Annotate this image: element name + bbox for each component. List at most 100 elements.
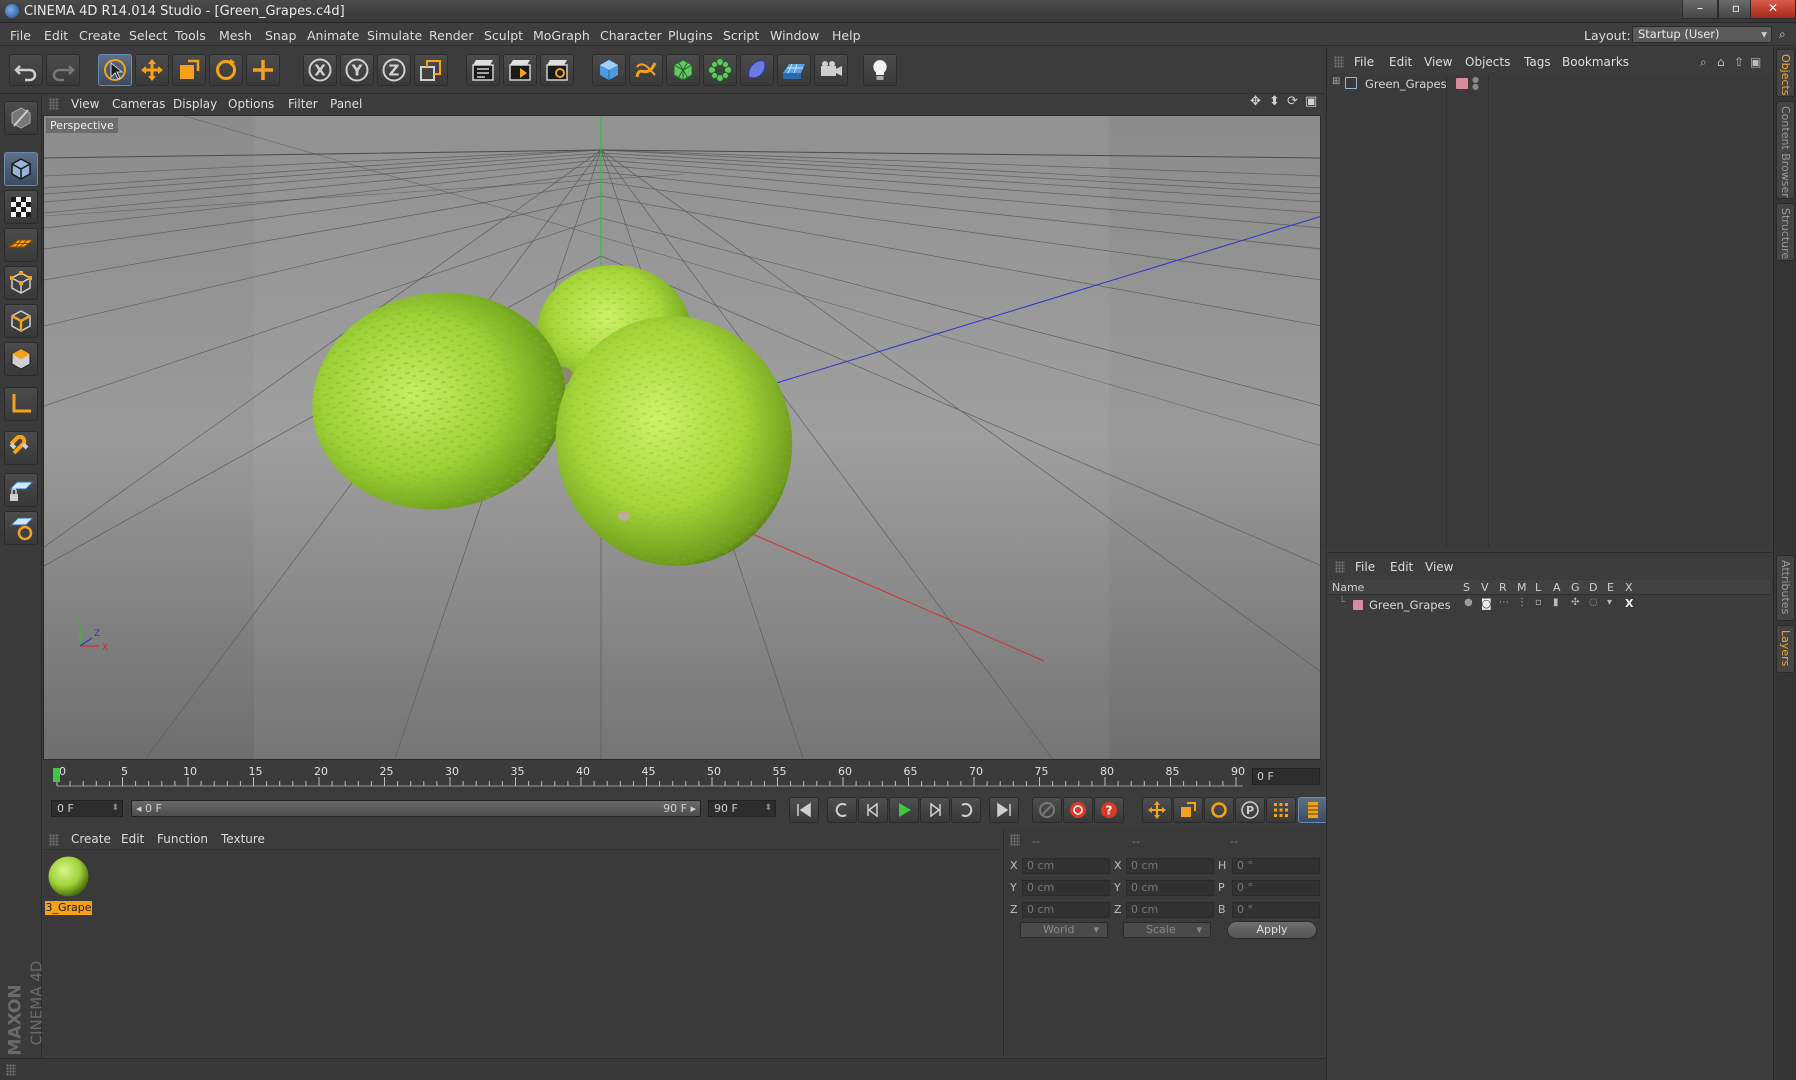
polygons-mode-icon[interactable]: [4, 342, 38, 376]
layer-panel-grip-icon[interactable]: [1335, 561, 1345, 573]
material-menu-edit[interactable]: Edit: [121, 832, 144, 846]
apply-button[interactable]: Apply: [1227, 921, 1317, 939]
rotation-b-field[interactable]: 0 °: [1232, 902, 1320, 918]
key-scale-icon[interactable]: [1173, 797, 1203, 823]
key-rotation-icon[interactable]: [1204, 797, 1234, 823]
add-object-icon[interactable]: [246, 54, 280, 86]
menu-mesh[interactable]: Mesh: [219, 28, 252, 43]
layer-col-visible[interactable]: V: [1481, 581, 1489, 594]
layer-color-icon[interactable]: [1353, 600, 1363, 610]
layer-solo-icon[interactable]: ●: [1464, 597, 1473, 608]
object-menu-objects[interactable]: Objects: [1465, 55, 1510, 69]
floor-icon[interactable]: [777, 54, 811, 86]
layer-expressions-icon[interactable]: ▾: [1607, 597, 1612, 608]
menu-render[interactable]: Render: [429, 28, 474, 43]
layer-lock-icon[interactable]: ▫: [1535, 597, 1542, 608]
menu-help[interactable]: Help: [832, 28, 861, 43]
viewport-move-icon[interactable]: ✥: [1250, 94, 1261, 109]
layer-col-xref[interactable]: X: [1625, 581, 1633, 594]
layer-menu-file[interactable]: File: [1355, 560, 1375, 574]
z-axis-icon[interactable]: Z: [377, 54, 411, 86]
object-menu-bookmarks[interactable]: Bookmarks: [1562, 55, 1629, 69]
go-to-start-icon[interactable]: [789, 797, 819, 823]
menu-mograph[interactable]: MoGraph: [533, 28, 590, 43]
object-new-window-icon[interactable]: ▣: [1750, 55, 1761, 69]
object-up-icon[interactable]: ⇧: [1734, 55, 1744, 69]
menu-plugins[interactable]: Plugins: [668, 28, 713, 43]
preview-range-slider[interactable]: ◂ 0 F 90 F ▸: [131, 800, 701, 817]
menu-edit[interactable]: Edit: [44, 28, 68, 43]
menu-snap[interactable]: Snap: [265, 28, 296, 43]
viewport-menu-display[interactable]: Display: [173, 97, 217, 111]
viewport-menu-options[interactable]: Options: [228, 97, 274, 111]
move-icon[interactable]: [135, 54, 169, 86]
coordinate-system-dropdown[interactable]: World: [1020, 922, 1108, 938]
menu-character[interactable]: Character: [600, 28, 662, 43]
side-tab-layers[interactable]: Layers: [1776, 625, 1795, 673]
rotation-h-field[interactable]: 0 °: [1232, 858, 1320, 874]
redo-icon[interactable]: [46, 54, 80, 86]
viewport-menu-cameras[interactable]: Cameras: [112, 97, 165, 111]
deformer-icon[interactable]: [740, 54, 774, 86]
subdivision-icon[interactable]: [666, 54, 700, 86]
axis-mode-icon[interactable]: [4, 387, 38, 421]
layer-xref-icon[interactable]: X: [1625, 597, 1633, 610]
layer-col-render[interactable]: R: [1499, 581, 1507, 594]
start-frame-field[interactable]: 0 F: [51, 800, 123, 817]
edges-mode-icon[interactable]: [4, 304, 38, 338]
layer-manager-icon[interactable]: ⋮: [1517, 597, 1527, 608]
model-mode-icon[interactable]: [4, 152, 38, 186]
step-back-icon[interactable]: [858, 797, 888, 823]
light-icon[interactable]: [863, 54, 897, 86]
viewport-menu-filter[interactable]: Filter: [288, 97, 318, 111]
layer-col-deformers[interactable]: D: [1589, 581, 1597, 594]
layer-col-animation[interactable]: A: [1553, 581, 1561, 594]
animation-icon[interactable]: [4, 511, 38, 545]
material-name-label[interactable]: 3_Grape: [45, 901, 92, 915]
layer-menu-edit[interactable]: Edit: [1390, 560, 1413, 574]
texture-mode-icon[interactable]: [4, 190, 38, 224]
layer-col-locked[interactable]: L: [1535, 581, 1541, 594]
side-tab-objects[interactable]: Objects: [1776, 49, 1795, 97]
layer-col-expressions[interactable]: E: [1607, 581, 1614, 594]
step-forward-icon[interactable]: [920, 797, 950, 823]
layer-name[interactable]: Green_Grapes: [1369, 598, 1451, 612]
layer-menu-view[interactable]: View: [1425, 560, 1453, 574]
size-x-field[interactable]: 0 cm: [1126, 858, 1214, 874]
position-x-field[interactable]: 0 cm: [1022, 858, 1110, 874]
viewport-menu-view[interactable]: View: [71, 97, 99, 111]
scale-icon[interactable]: [172, 54, 206, 86]
key-parameter-icon[interactable]: P: [1235, 797, 1265, 823]
coordinate-system-icon[interactable]: [414, 54, 448, 86]
maximize-button[interactable]: ▫: [1718, 0, 1754, 19]
size-z-field[interactable]: 0 cm: [1126, 902, 1214, 918]
layer-row[interactable]: └ Green_Grapes ● ◙ ⋯ ⋮ ▫ ▮ ✣ ◌ ▾ X: [1329, 597, 1770, 614]
viewport-menu-panel[interactable]: Panel: [330, 97, 362, 111]
previous-keyframe-icon[interactable]: [827, 797, 857, 823]
spline-pen-icon[interactable]: [629, 54, 663, 86]
menu-tools[interactable]: Tools: [175, 28, 206, 43]
material-menu-create[interactable]: Create: [71, 832, 111, 846]
object-menu-edit[interactable]: Edit: [1389, 55, 1412, 69]
edit-render-settings-icon[interactable]: [540, 54, 574, 86]
size-mode-dropdown[interactable]: Scale: [1123, 922, 1211, 938]
material-menu-function[interactable]: Function: [157, 832, 208, 846]
menu-animate[interactable]: Animate: [307, 28, 359, 43]
position-y-field[interactable]: 0 cm: [1022, 880, 1110, 896]
end-frame-field[interactable]: 90 F: [708, 800, 776, 817]
object-menu-tags[interactable]: Tags: [1524, 55, 1551, 69]
key-pla-icon[interactable]: [1266, 797, 1296, 823]
layer-deformers-icon[interactable]: ◌: [1589, 597, 1598, 608]
viewport-rotate-icon[interactable]: ⟳: [1287, 94, 1298, 109]
menu-window[interactable]: Window: [770, 28, 819, 43]
object-row[interactable]: ⊞ Green_Grapes ● ●: [1331, 76, 1771, 93]
y-axis-icon[interactable]: Y: [340, 54, 374, 86]
layer-render-icon[interactable]: ⋯: [1499, 597, 1509, 608]
cube-icon[interactable]: [592, 54, 626, 86]
viewport-zoom-icon[interactable]: ⬍: [1269, 94, 1280, 109]
make-editable-icon[interactable]: [4, 101, 38, 135]
array-icon[interactable]: [703, 54, 737, 86]
menu-sculpt[interactable]: Sculpt: [484, 28, 523, 43]
object-menu-view[interactable]: View: [1424, 55, 1452, 69]
object-search-icon[interactable]: ⌕: [1700, 55, 1707, 70]
